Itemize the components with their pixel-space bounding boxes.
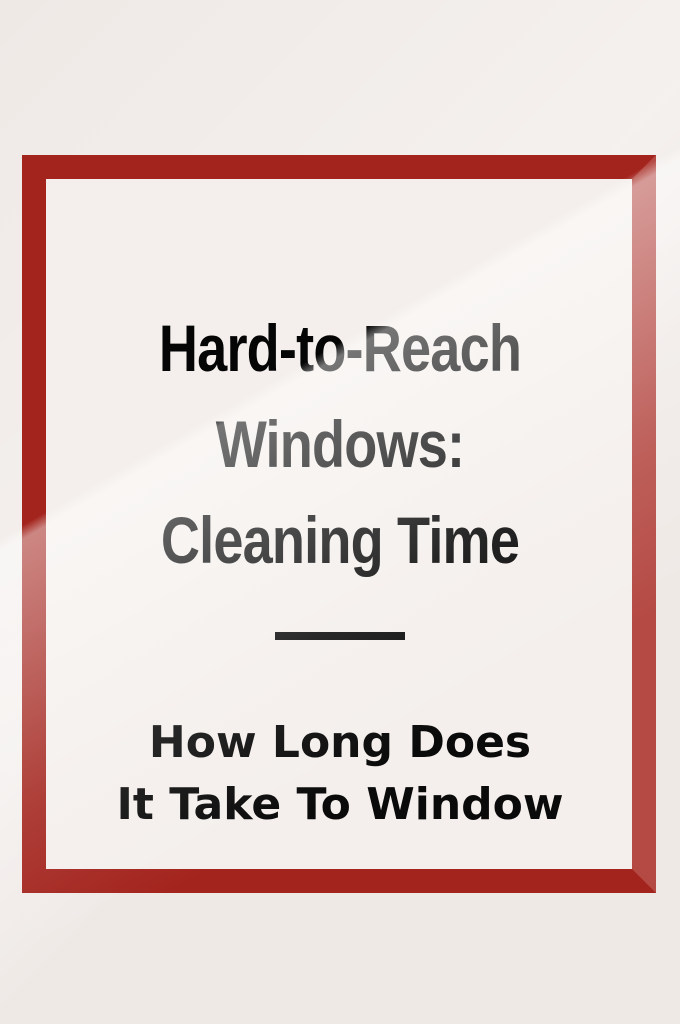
headline-line-3: Cleaning Time bbox=[160, 503, 520, 577]
headline: Hard-to-Reach Windows: Cleaning Time bbox=[110, 300, 569, 588]
subheadline-line-1: How Long Does bbox=[148, 717, 532, 768]
divider-line bbox=[275, 632, 405, 640]
subheadline-line-2: It Take To Window bbox=[116, 779, 564, 830]
headline-line-1: Hard-to-Reach bbox=[158, 311, 522, 385]
headline-line-2: Windows: bbox=[215, 407, 465, 481]
subheadline: How Long Does It Take To Window bbox=[30, 712, 650, 836]
